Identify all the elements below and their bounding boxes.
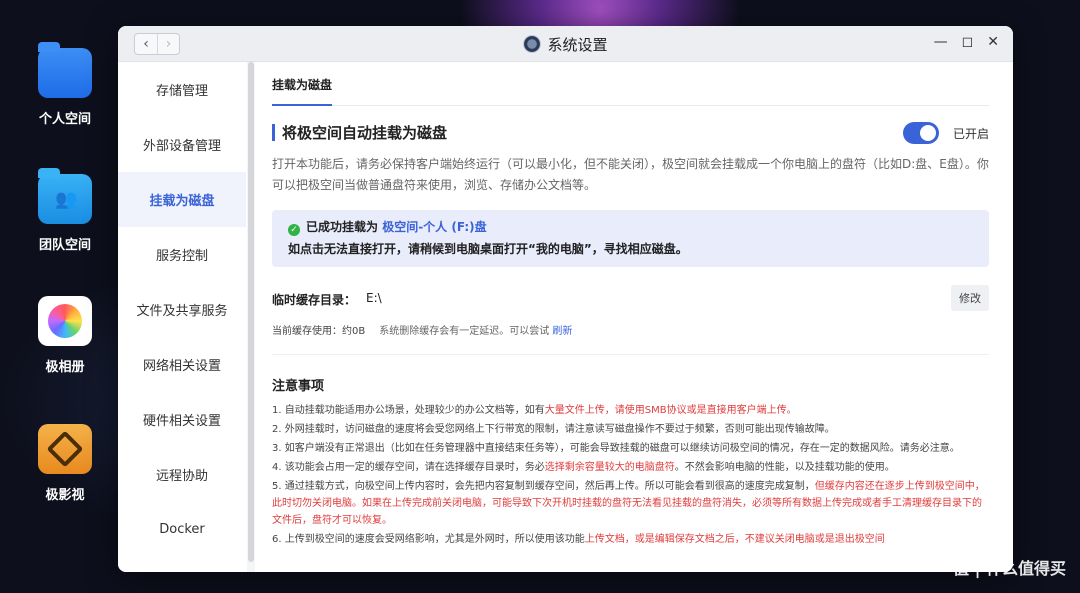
video-icon	[38, 424, 92, 474]
toggle-status-label: 已开启	[952, 127, 989, 141]
notes-title: 注意事项	[272, 379, 325, 394]
photos-icon	[38, 296, 92, 346]
sidebar-item-file-sharing[interactable]: 文件及共享服务	[118, 282, 246, 337]
main-content: 挂载为磁盘 将极空间自动挂载为磁盘 已开启 打开本功能后，请务必保持客户端始终运…	[255, 62, 1013, 572]
sidebar-item-storage[interactable]: 存储管理	[118, 62, 246, 117]
sidebar-item-service-control[interactable]: 服务控制	[118, 227, 246, 282]
window-title: 系统设置	[118, 34, 1013, 55]
cache-usage-info: 当前缓存使用：约0B 系统删除缓存会有一定延迟。可以尝试 刷新	[272, 322, 989, 337]
note-item-1: 1. 自动挂载功能适用办公场景，处理较少的办公文档等，如有大量文件上传，请使用S…	[272, 405, 797, 416]
scrollbar-thumb[interactable]	[248, 62, 254, 562]
modify-button[interactable]: 修改	[951, 285, 989, 311]
tab-mount-disk[interactable]: 挂载为磁盘	[272, 76, 333, 106]
cache-directory-row: 临时缓存目录： E:\ 修改	[272, 285, 989, 311]
section-title: 将极空间自动挂载为磁盘	[282, 124, 448, 142]
notes-list: 1. 自动挂载功能适用办公场景，处理较少的办公文档等，如有大量文件上传，请使用S…	[272, 402, 989, 548]
note-item-3: 3. 如客户端没有正常退出（比如在任务管理器中直接结束任务等），可能会导致挂载的…	[272, 443, 960, 454]
desktop-icon-team-space[interactable]: 👥 团队空间	[30, 168, 100, 253]
cache-usage: 当前缓存使用：约0B	[272, 326, 366, 337]
section-accent-bar	[272, 124, 275, 141]
maximize-icon[interactable]: ◻	[962, 34, 974, 50]
window-controls: — ◻ ✕	[934, 34, 999, 50]
refresh-link[interactable]: 刷新	[552, 326, 572, 337]
sidebar-item-hardware[interactable]: 硬件相关设置	[118, 392, 246, 447]
sidebar-scrollbar[interactable]	[247, 62, 255, 572]
team-folder-icon: 👥	[38, 168, 92, 224]
notice-line-2: 如点击无法直接打开，请稍候到电脑桌面打开“我的电脑”，寻找相应磁盘。	[288, 242, 688, 256]
desktop-icon-photos[interactable]: 极相册	[30, 296, 100, 375]
desktop-icon-personal-space[interactable]: 个人空间	[30, 42, 100, 127]
note-item-4: 4. 该功能会占用一定的缓存空间，请在选择缓存目录时，务必选择剩余容量较大的电脑…	[272, 462, 895, 473]
sidebar-item-external-devices[interactable]: 外部设备管理	[118, 117, 246, 172]
note-item-6: 6. 上传到极空间的速度会受网络影响，尤其是外网时，所以使用该功能上传文档，或是…	[272, 534, 885, 545]
folder-icon	[38, 42, 92, 98]
check-circle-icon: ✓	[288, 224, 300, 236]
desktop-icon-video[interactable]: 极影视	[30, 424, 100, 503]
cache-dir-label: 临时缓存目录：	[272, 293, 357, 307]
toggle-knob	[920, 125, 936, 141]
title-bar: ‹ › 系统设置 — ◻ ✕	[118, 26, 1013, 62]
sidebar-item-mount-disk[interactable]: 挂载为磁盘	[118, 172, 246, 227]
mount-success-notice: ✓ 已成功挂载为 极空间-个人 (F:)盘 如点击无法直接打开，请稍候到电脑桌面打…	[272, 210, 989, 267]
note-item-5: 5. 通过挂载方式，向极空间上传内容时，会先把内容复制到缓存空间，然后再上传。所…	[272, 481, 985, 526]
close-icon[interactable]: ✕	[987, 34, 999, 50]
section-header: 将极空间自动挂载为磁盘 已开启	[272, 120, 989, 146]
desktop-icon-label: 团队空间	[38, 238, 91, 253]
app-logo-icon	[523, 35, 542, 53]
mounted-drive-name: 极空间-个人 (F:)盘	[382, 220, 487, 234]
sidebar-item-docker[interactable]: Docker	[118, 502, 246, 557]
sidebar-item-remote-assist[interactable]: 远程协助	[118, 447, 246, 502]
note-item-2: 2. 外网挂载时，访问磁盘的速度将会受您网络上下行带宽的限制，请注意读写磁盘操作…	[272, 424, 835, 435]
auto-mount-toggle[interactable]	[903, 122, 939, 144]
desktop-icon-label: 个人空间	[38, 112, 91, 127]
desktop-icon-label: 极相册	[45, 360, 85, 375]
cache-note: 系统删除缓存会有一定延迟。可以尝试	[379, 326, 550, 337]
sidebar: 存储管理 外部设备管理 挂载为磁盘 服务控制 文件及共享服务 网络相关设置 硬件…	[118, 62, 246, 572]
tab-bar: 挂载为磁盘	[272, 62, 989, 106]
feature-description: 打开本功能后，请务必保持客户端始终运行（可以最小化，但不能关闭），极空间就会挂载…	[272, 157, 989, 192]
cache-dir-value: E:\	[366, 291, 382, 305]
desktop-icon-label: 极影视	[45, 488, 85, 503]
watermark: 值 | 什么值得买	[953, 559, 1066, 578]
divider	[272, 354, 989, 355]
minimize-icon[interactable]: —	[934, 34, 948, 50]
sidebar-item-network[interactable]: 网络相关设置	[118, 337, 246, 392]
settings-window: ‹ › 系统设置 — ◻ ✕ 存储管理 外部设备管理 挂载为磁盘 服务控制 文件…	[118, 26, 1013, 572]
notice-line-1: ✓ 已成功挂载为 极空间-个人 (F:)盘	[288, 218, 973, 236]
